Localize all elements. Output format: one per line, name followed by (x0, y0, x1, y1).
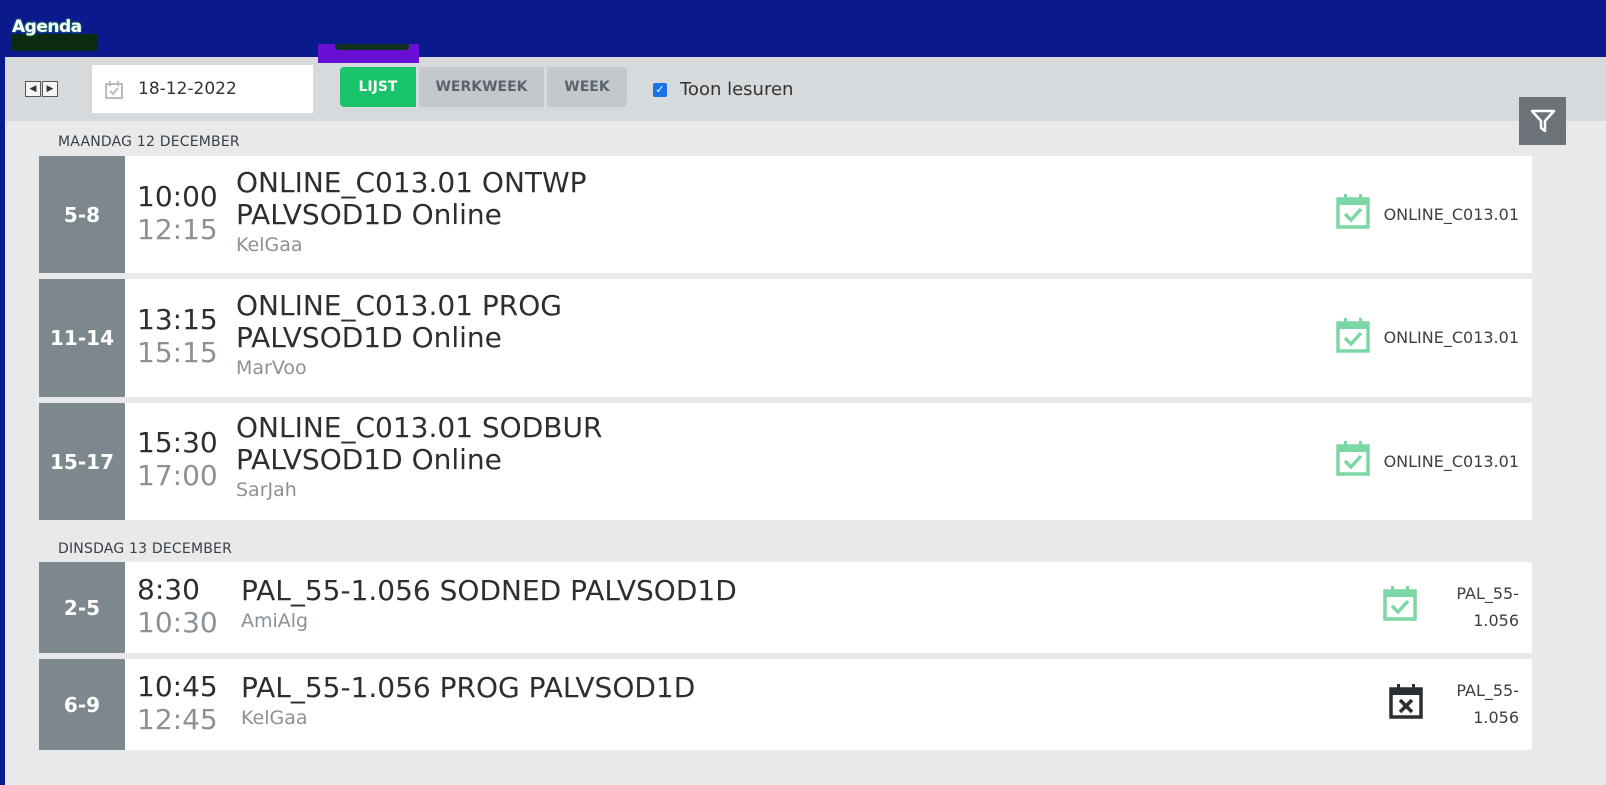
lesson-card[interactable]: 6-9 10:45 12:45 PAL_55-1.056 PROG PALVSO… (39, 659, 1532, 750)
teacher-code: AmiAlg (241, 610, 309, 632)
room-label: PAL_55- 1.056 (1456, 580, 1519, 634)
end-time: 15:15 (137, 336, 218, 369)
period-badge: 11-14 (39, 279, 125, 397)
lesson-info: PAL_55-1.056 SODNED PALVSOD1D AmiAlg (241, 574, 737, 633)
lesson-times: 8:30 10:30 (137, 573, 218, 639)
room-label: ONLINE_C013.01 (1383, 452, 1519, 471)
start-time: 10:00 (137, 180, 218, 213)
room-label: PAL_55- 1.056 (1456, 677, 1519, 731)
teacher-code: KelGaa (236, 234, 303, 256)
lesson-info: PAL_55-1.056 PROG PALVSOD1D KelGaa (241, 671, 696, 730)
lesson-card[interactable]: 2-5 8:30 10:30 PAL_55-1.056 SODNED PALVS… (39, 562, 1532, 653)
lesson-title-line2: PALVSOD1D Online (236, 443, 502, 476)
lesson-info: ONLINE_C013.01 SODBUR PALVSOD1D Online S… (236, 411, 603, 502)
teacher-code: KelGaa (241, 707, 308, 729)
tab-werkweek[interactable]: WERKWEEK (419, 67, 544, 107)
room-label-line2: 1.056 (1473, 708, 1519, 727)
end-time: 12:15 (137, 213, 218, 246)
calendar-check-icon (1336, 194, 1370, 229)
day-header: MAANDAG 12 DECEMBER (58, 134, 240, 150)
calendar-icon (105, 81, 123, 99)
lesson-title-line1: ONLINE_C013.01 PROG (236, 289, 562, 322)
calendar-check-icon (1336, 318, 1370, 353)
lesson-info: ONLINE_C013.01 ONTWP PALVSOD1D Online Ke… (236, 166, 587, 257)
lesson-title-line2: PALVSOD1D Online (236, 321, 502, 354)
lesson-title-line1: ONLINE_C013.01 SODBUR (236, 411, 603, 444)
lesson-card[interactable]: 11-14 13:15 15:15 ONLINE_C013.01 PROG PA… (39, 279, 1532, 397)
room-label-line1: PAL_55- (1456, 681, 1519, 700)
toggle-label: Toon lesuren (680, 79, 794, 100)
lesson-title-line1: ONLINE_C013.01 ONTWP (236, 166, 587, 199)
calendar-check-icon (1383, 586, 1417, 621)
app-header: Agenda (0, 0, 1606, 57)
room-label-line2: 1.056 (1473, 611, 1519, 630)
period-badge: 15-17 (39, 403, 125, 520)
lesson-title: PAL_55-1.056 SODNED PALVSOD1D (241, 574, 737, 607)
calendar-x-icon (1389, 684, 1423, 719)
period-badge: 6-9 (39, 659, 125, 750)
room-label-line1: PAL_55- (1456, 584, 1519, 603)
lesson-times: 15:30 17:00 (137, 426, 218, 492)
period-badge: 5-8 (39, 156, 125, 273)
date-value: 18-12-2022 (138, 79, 237, 99)
start-time: 15:30 (137, 426, 218, 459)
end-time: 12:45 (137, 703, 218, 736)
lesson-title: PAL_55-1.056 PROG PALVSOD1D (241, 671, 696, 704)
date-picker-field[interactable]: 18-12-2022 (92, 65, 313, 113)
previous-arrow-icon[interactable]: ◀ (25, 81, 41, 97)
lesson-times: 10:00 12:15 (137, 180, 218, 246)
checkbox-checked-icon[interactable]: ✓ (653, 82, 667, 97)
day-header: DINSDAG 13 DECEMBER (58, 541, 233, 557)
app-title: Agenda (12, 17, 82, 37)
period-badge: 2-5 (39, 562, 125, 653)
filter-icon (1530, 109, 1555, 133)
lesson-info: ONLINE_C013.01 PROG PALVSOD1D Online Mar… (236, 289, 562, 380)
show-periods-toggle[interactable]: ✓ Toon lesuren (653, 79, 793, 100)
room-label: ONLINE_C013.01 (1383, 328, 1519, 347)
tab-lijst[interactable]: LIJST (340, 67, 416, 107)
toolbar: ◀ ▶ 18-12-2022 LIJST WERKWEEK WEEK ✓ Too… (5, 57, 1606, 121)
next-arrow-icon[interactable]: ▶ (42, 81, 58, 97)
calendar-check-icon (1336, 441, 1370, 476)
end-time: 17:00 (137, 459, 218, 492)
view-tabs: LIJST WERKWEEK WEEK (340, 67, 627, 107)
room-label: ONLINE_C013.01 (1383, 205, 1519, 224)
lesson-times: 10:45 12:45 (137, 670, 218, 736)
start-time: 10:45 (137, 670, 218, 703)
lesson-title-line2: PALVSOD1D Online (236, 198, 502, 231)
date-navigation: ◀ ▶ (25, 81, 58, 97)
start-time: 13:15 (137, 303, 218, 336)
lesson-times: 13:15 15:15 (137, 303, 218, 369)
teacher-code: MarVoo (236, 357, 307, 379)
lesson-card[interactable]: 5-8 10:00 12:15 ONLINE_C013.01 ONTWP PAL… (39, 156, 1532, 273)
tab-week[interactable]: WEEK (547, 67, 627, 107)
teacher-code: SarJah (236, 479, 297, 501)
filter-button[interactable] (1519, 97, 1566, 145)
end-time: 10:30 (137, 606, 218, 639)
lesson-card[interactable]: 15-17 15:30 17:00 ONLINE_C013.01 SODBUR … (39, 403, 1532, 520)
active-tab-indicator-shadow (335, 44, 409, 50)
start-time: 8:30 (137, 573, 200, 606)
